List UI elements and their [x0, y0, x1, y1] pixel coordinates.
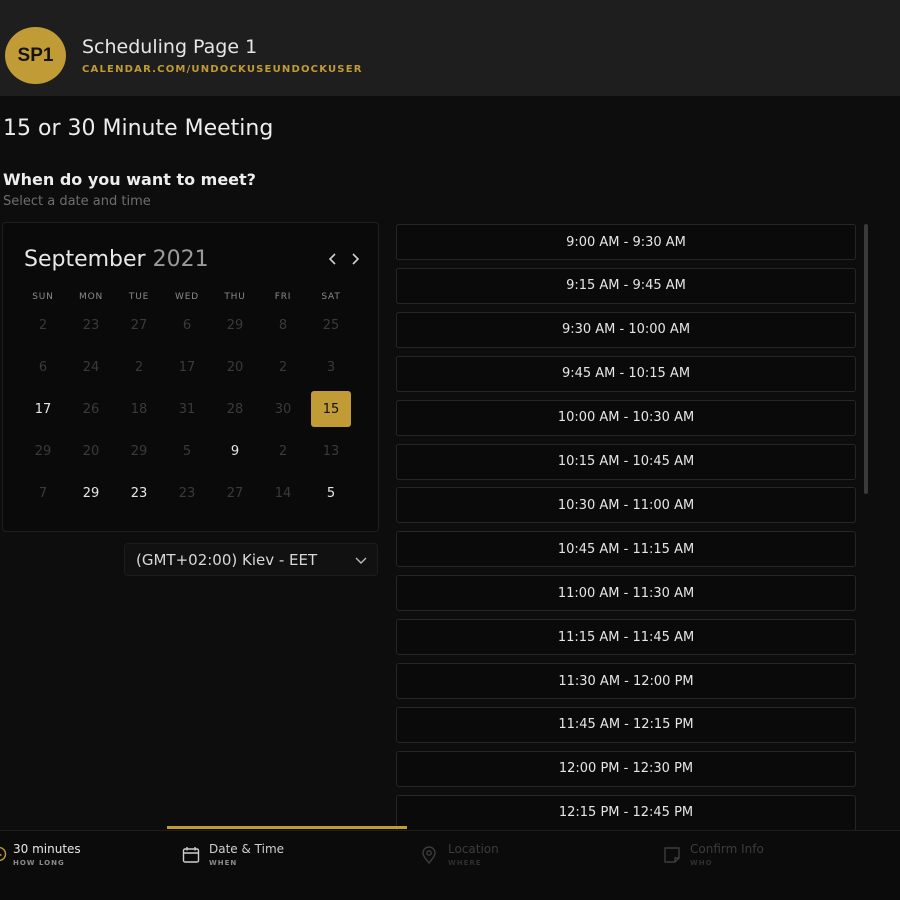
scheduling-page-name: Scheduling Page 1: [82, 36, 258, 58]
calendar-day: 26: [82, 401, 100, 417]
time-slot-button[interactable]: 12:15 PM - 12:45 PM: [396, 794, 856, 830]
calendar-day: 18: [130, 401, 148, 417]
calendar-day: 17: [178, 359, 196, 375]
calendar-day: 30: [274, 401, 292, 417]
page-header: SP1 Scheduling Page 1 CALENDAR.COM/UNDOC…: [0, 0, 900, 96]
calendar-day: 23: [82, 317, 100, 333]
step-sublabel: WHEN: [209, 859, 238, 867]
time-slot-button[interactable]: 11:30 AM - 12:00 PM: [396, 663, 856, 699]
calendar-day: 27: [226, 485, 244, 501]
event-title: 15 or 30 Minute Meeting: [3, 116, 274, 141]
step-label: Location: [448, 842, 499, 856]
calendar-day: 2: [278, 359, 288, 375]
time-slot-button[interactable]: 9:00 AM - 9:30 AM: [396, 224, 856, 260]
calendar-month-year: September 2021: [24, 247, 209, 272]
time-slot-scrollbar[interactable]: [864, 224, 868, 494]
avatar: SP1: [5, 27, 66, 84]
calendar-day: 2: [38, 317, 48, 333]
location-pin-icon: [422, 846, 436, 864]
weekday-label: FRI: [274, 292, 292, 302]
calendar-day: 25: [322, 317, 340, 333]
calendar-day: 23: [178, 485, 196, 501]
calendar-year: 2021: [152, 247, 209, 272]
step-sublabel: WHO: [690, 859, 713, 867]
calendar-day: 20: [82, 443, 100, 459]
calendar-day: 2: [134, 359, 144, 375]
step-sublabel: HOW LONG: [13, 859, 65, 867]
clock-icon: [0, 846, 7, 862]
time-slot-button[interactable]: 11:00 AM - 11:30 AM: [396, 575, 856, 612]
time-slot-button[interactable]: 9:15 AM - 9:45 AM: [396, 267, 856, 304]
chevron-down-icon: [355, 557, 367, 564]
calendar-icon: [182, 847, 200, 863]
calendar-day: 7: [38, 485, 48, 501]
active-step-indicator: [167, 826, 407, 829]
calendar-month: September: [24, 247, 146, 272]
calendar-day: 28: [226, 401, 244, 417]
weekday-label: THU: [224, 292, 246, 302]
calendar-day: 31: [178, 401, 196, 417]
timezone-value: (GMT+02:00) Kiev - EET: [136, 551, 318, 569]
step-label: Date & Time: [209, 842, 285, 856]
weekday-label: TUE: [128, 292, 150, 302]
step-date-time[interactable]: Date & Time WHEN: [182, 831, 412, 900]
time-slot-list: 9:00 AM - 9:30 AM 9:15 AM - 9:45 AM 9:30 A…: [396, 222, 858, 830]
calendar-day: 29: [34, 443, 52, 459]
calendar-day[interactable]: 29: [71, 475, 111, 511]
chevron-right-icon[interactable]: [345, 247, 365, 271]
time-slot-button[interactable]: 10:15 AM - 10:45 AM: [396, 443, 856, 480]
step-sublabel: WHERE: [448, 859, 482, 867]
calendar-day: 6: [38, 359, 48, 375]
calendar-day: 8: [278, 317, 288, 333]
note-icon: [664, 847, 680, 863]
calendar-day[interactable]: 9: [215, 433, 255, 469]
calendar-day[interactable]: 17: [23, 391, 63, 427]
calendar-day: 3: [326, 359, 336, 375]
step-confirm-info: Confirm Info WHO: [663, 831, 893, 900]
time-slot-button[interactable]: 11:45 AM - 12:15 PM: [396, 706, 856, 743]
time-slot-button[interactable]: 11:15 AM - 11:45 AM: [396, 619, 856, 656]
section-subtitle: Select a date and time: [3, 194, 151, 209]
calendar-day: 24: [82, 359, 100, 375]
calendar-day[interactable]: 23: [119, 475, 159, 511]
step-label: Confirm Info: [690, 842, 764, 856]
time-slot-button[interactable]: 10:45 AM - 11:15 AM: [396, 531, 856, 568]
weekday-label: SAT: [321, 292, 341, 302]
calendar-day-selected[interactable]: 15: [311, 391, 351, 427]
calendar-day: 6: [182, 317, 192, 333]
section-title: When do you want to meet?: [3, 170, 256, 189]
step-location: Location WHERE: [421, 831, 651, 900]
date-picker-calendar: September 2021 SUN MON TUE WED THU FRI SAT 2 23 2…: [2, 222, 379, 532]
weekday-label: WED: [175, 292, 199, 302]
time-slot-button[interactable]: 10:30 AM - 11:00 AM: [396, 487, 856, 524]
calendar-day: 27: [130, 317, 148, 333]
calendar-day: 5: [182, 443, 192, 459]
calendar-day: 29: [130, 443, 148, 459]
chevron-left-icon[interactable]: [323, 247, 343, 271]
weekday-label: MON: [79, 292, 103, 302]
calendar-day[interactable]: 5: [311, 475, 351, 511]
time-slot-button[interactable]: 9:30 AM - 10:00 AM: [396, 311, 856, 348]
scheduling-page-url[interactable]: CALENDAR.COM/UNDOCKUSEUNDOCKUSER: [82, 64, 363, 75]
booking-steps: 30 minutes HOW LONG Date & Time WHEN Locatio…: [0, 830, 900, 900]
calendar-day: 14: [274, 485, 292, 501]
time-slot-button[interactable]: 10:00 AM - 10:30 AM: [396, 399, 856, 436]
step-label: 30 minutes: [13, 842, 81, 856]
time-slot-button[interactable]: 12:00 PM - 12:30 PM: [396, 750, 856, 787]
calendar-day: 20: [226, 359, 244, 375]
timezone-select[interactable]: (GMT+02:00) Kiev - EET: [124, 543, 378, 576]
calendar-day: 13: [322, 443, 340, 459]
calendar-day: 2: [278, 443, 288, 459]
time-slot-button[interactable]: 9:45 AM - 10:15 AM: [396, 355, 856, 392]
weekday-label: SUN: [32, 292, 54, 302]
calendar-day: 29: [226, 317, 244, 333]
